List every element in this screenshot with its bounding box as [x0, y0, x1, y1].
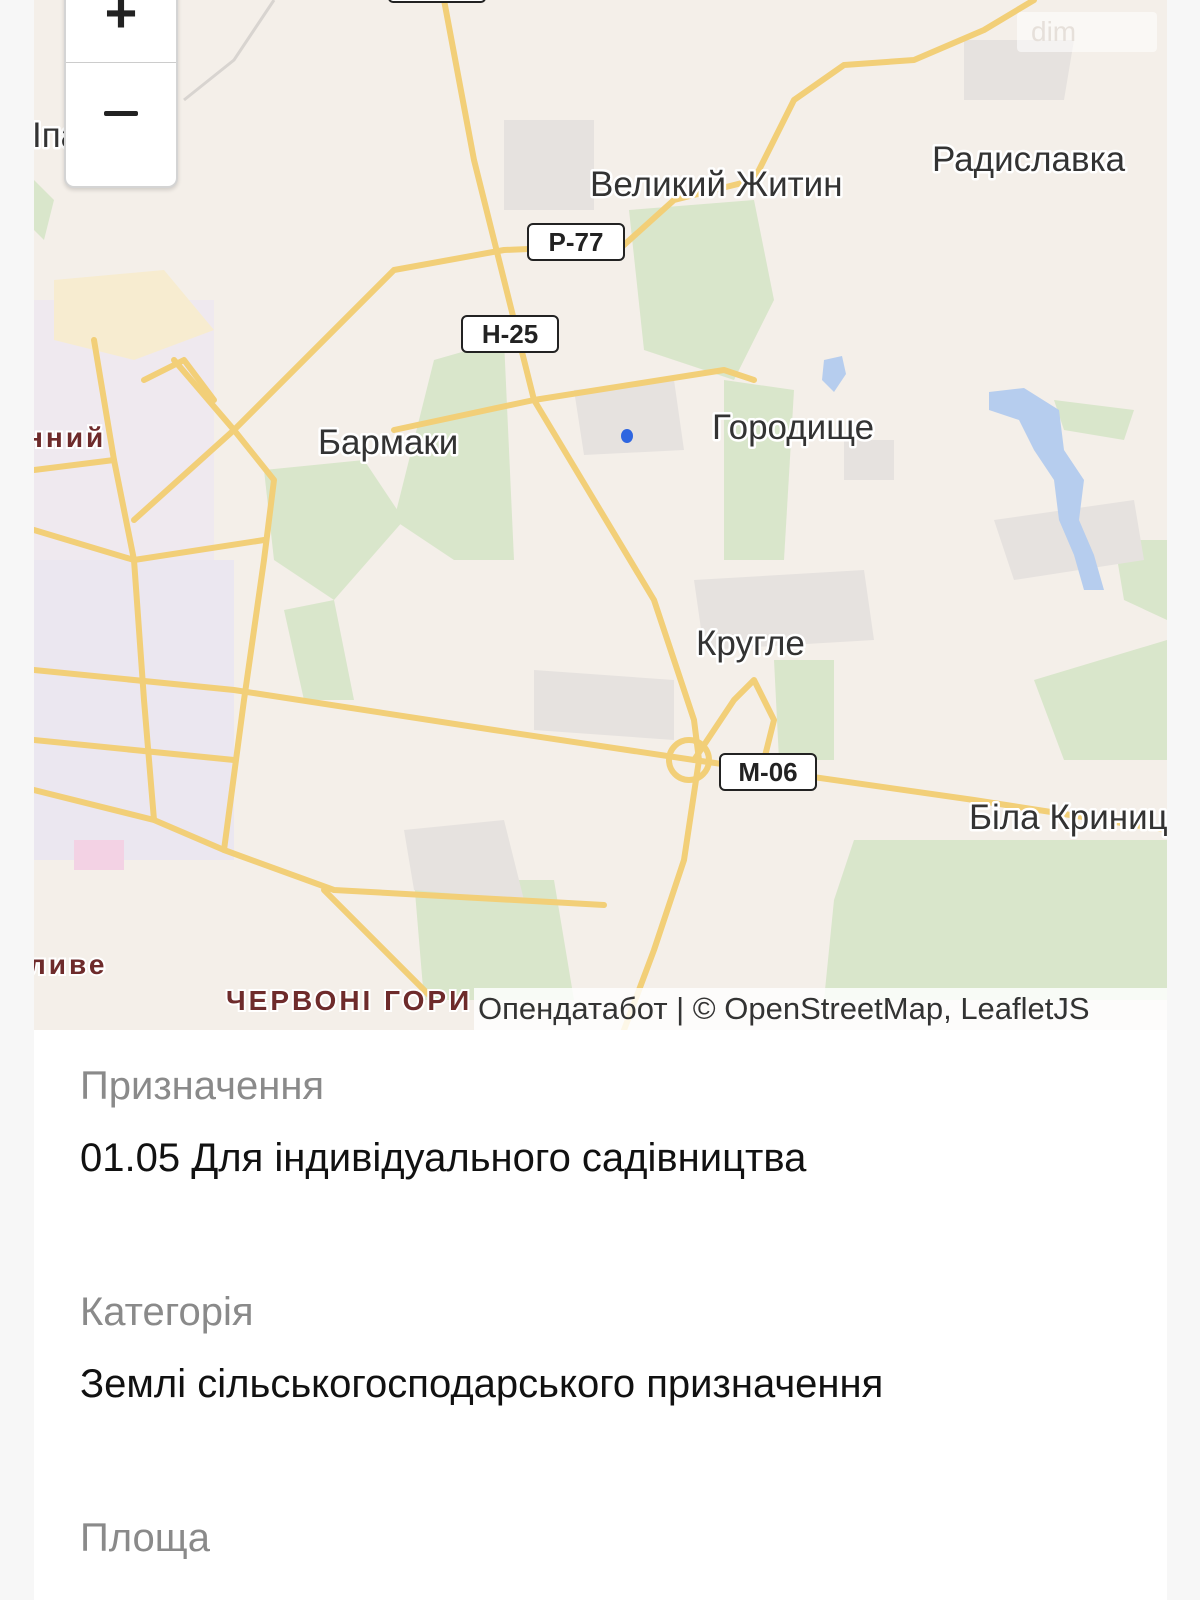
minus-icon — [104, 110, 138, 116]
place-label-velykyi-zhytyn: Великий Житин — [590, 165, 843, 204]
plot-marker[interactable] — [621, 429, 633, 443]
road-shield-r77: Р-77 — [527, 223, 625, 261]
road-shield-n25: Н-25 — [461, 315, 559, 353]
zoom-out-button[interactable] — [66, 62, 176, 163]
road-shield-partial — [388, 0, 486, 3]
place-label-bila-krynytsia: Біла Криниц — [969, 798, 1167, 837]
road-shield-m06: М-06 — [719, 753, 817, 791]
town-patch — [74, 840, 124, 870]
road-shield-label: Н-25 — [482, 319, 538, 349]
purpose-label: Призначення — [80, 1064, 325, 1108]
category-value: Землі сільськогосподарського призначення — [80, 1362, 884, 1406]
map-view[interactable]: Р-77 Н-25 М-06 Великий Житин Радиславка … — [34, 0, 1167, 1030]
area-label: Площа — [80, 1516, 210, 1560]
category-label: Категорія — [80, 1290, 254, 1334]
road-shield-label: Р-77 — [549, 227, 604, 257]
district-label-chervoni-hory: ЧЕРВОНІ ГОРИ — [226, 985, 472, 1016]
page: Р-77 Н-25 М-06 Великий Житин Радиславка … — [34, 0, 1167, 1600]
place-label-kruhle: Кругле — [696, 624, 805, 663]
purpose-value: 01.05 Для індивідуального садівництва — [80, 1136, 807, 1180]
road-shield-label: М-06 — [738, 757, 797, 787]
map-canvas[interactable]: Р-77 Н-25 М-06 Великий Житин Радиславка … — [34, 0, 1167, 1030]
district-label-partial: нний — [34, 422, 106, 453]
zoom-in-button[interactable]: + — [66, 0, 176, 62]
place-label-horodyshche: Городище — [712, 408, 874, 447]
place-label-radyslavka: Радиславка — [932, 140, 1126, 179]
zoom-control: + — [64, 0, 178, 188]
district-label-partial: ливе — [34, 949, 107, 980]
map-watermark: dim — [1017, 12, 1157, 52]
place-label-barmaky: Бармаки — [318, 423, 458, 462]
map-attribution[interactable]: Опендатабот | © OpenStreetMap, LeafletJS — [474, 988, 1167, 1030]
minor-road — [183, 0, 276, 102]
